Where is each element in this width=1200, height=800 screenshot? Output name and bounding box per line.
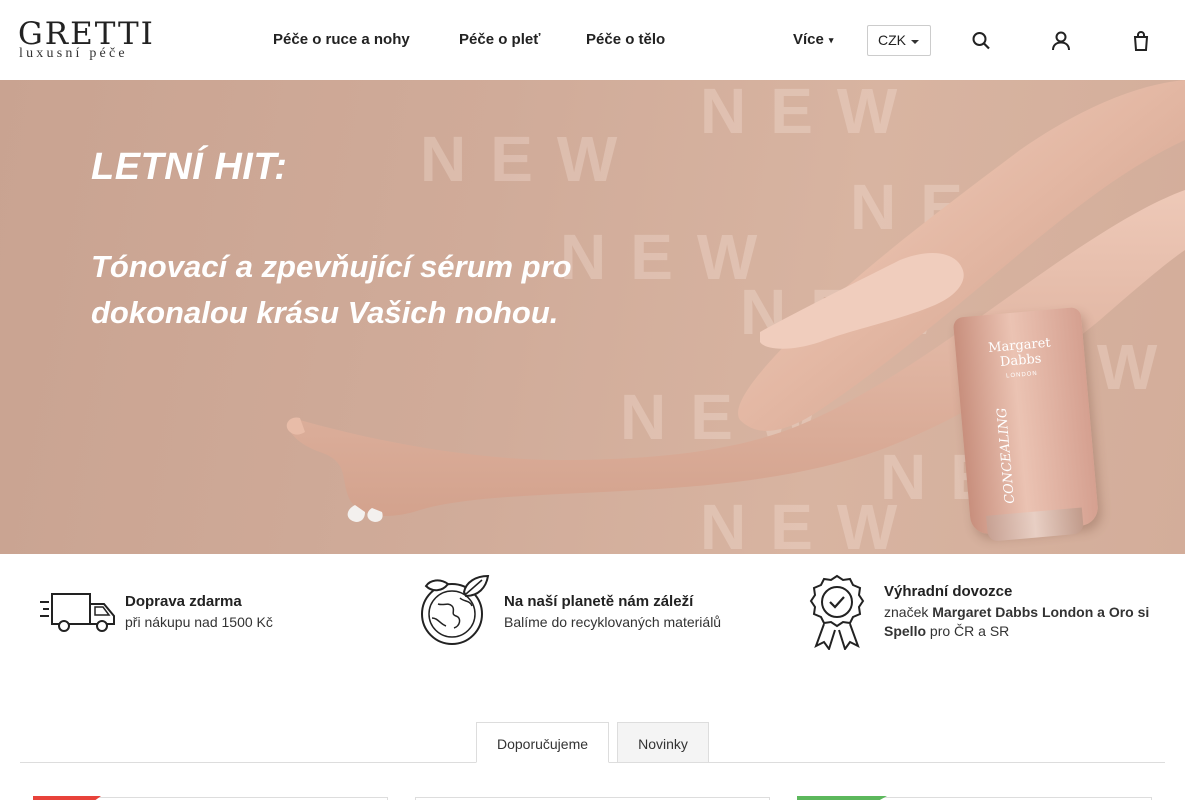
benefit-text: značek Margaret Dabbs London a Oro si Sp… — [884, 603, 1164, 641]
product-flag — [797, 796, 887, 800]
nav-item-skin[interactable]: Péče o pleť — [459, 31, 540, 51]
search-icon[interactable] — [971, 30, 991, 52]
benefit-text-prefix: značek — [884, 604, 933, 620]
chevron-down-icon: ▾ — [828, 34, 834, 45]
logo[interactable]: GRETTI luxusní péče — [18, 18, 178, 66]
currency-select[interactable]: CZK — [867, 25, 931, 56]
benefit-text: Balíme do recyklovaných materiálů — [504, 614, 722, 630]
tab-recommended[interactable]: Doporučujeme — [476, 722, 609, 763]
benefit-planet: Na naší planetě nám záleží Balíme do rec… — [420, 574, 780, 654]
hero-subtitle: Tónovací a zpevňující sérum pro dokonalo… — [91, 249, 572, 330]
product-flag — [33, 796, 101, 800]
hero-title: LETNÍ HIT: — [91, 146, 288, 188]
caret-down-icon — [911, 40, 919, 44]
product-tube: Margaret Dabbs LONDON CONCEALING — [952, 306, 1100, 542]
delivery-truck-icon — [40, 590, 116, 634]
user-icon[interactable] — [1051, 30, 1071, 52]
tube-brand: Margaret Dabbs — [987, 335, 1052, 371]
site-header: GRETTI luxusní péče Péče o ruce a nohy P… — [0, 0, 1185, 80]
tube-product-name: CONCEALING — [994, 407, 1019, 505]
nav-more-menu[interactable]: Více ▾ — [793, 31, 833, 51]
benefit-shipping: Doprava zdarma při nákupu nad 1500 Kč — [40, 574, 380, 654]
cart-icon[interactable] — [1131, 30, 1151, 52]
logo-tagline: luxusní péče — [19, 46, 128, 61]
award-badge-icon — [804, 574, 870, 652]
page: GRETTI luxusní péče Péče o ruce a nohy P… — [0, 0, 1200, 800]
benefit-text-suffix: pro ČR a SR — [926, 623, 1010, 639]
nav-more-label: Více — [793, 31, 824, 48]
benefit-exclusive: Výhradní dovozce značek Margaret Dabbs L… — [804, 574, 1164, 654]
nav-item-hands-feet[interactable]: Péče o ruce a nohy — [273, 31, 410, 51]
tab-new[interactable]: Novinky — [617, 722, 709, 763]
benefit-title: Výhradní dovozce — [884, 583, 1013, 600]
benefit-text: při nákupu nad 1500 Kč — [125, 614, 273, 630]
planet-leaf-icon — [420, 574, 492, 648]
currency-value: CZK — [878, 32, 906, 48]
benefit-title: Doprava zdarma — [125, 593, 242, 610]
hero-banner[interactable]: NEW NEW NEW NEW NEW NEW NEW NEW NEW — [0, 80, 1185, 554]
nav-item-body[interactable]: Péče o tělo — [586, 31, 665, 51]
benefit-title: Na naší planetě nám záleží — [504, 593, 694, 610]
